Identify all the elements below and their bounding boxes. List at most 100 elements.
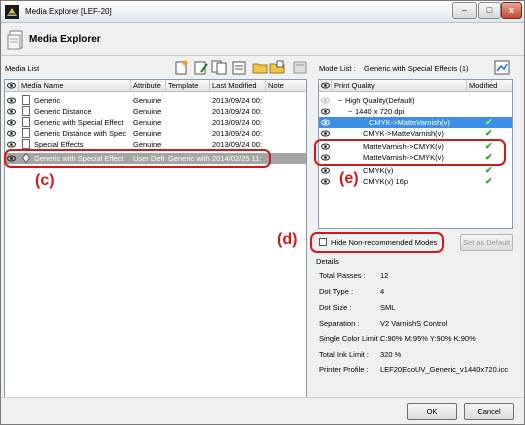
- eye-icon[interactable]: [321, 129, 330, 138]
- mode-row[interactable]: MatteVarnish->CMYK(v) ✔: [319, 152, 512, 163]
- media-attribute: Genuine: [133, 129, 162, 138]
- import-folder-icon[interactable]: [252, 60, 268, 75]
- visibility-column-header[interactable]: [5, 80, 19, 92]
- modified-check-icon: ✔: [485, 176, 493, 186]
- eye-icon[interactable]: [321, 142, 330, 151]
- total-passes-value: 12: [380, 271, 389, 280]
- tree-resolution-row[interactable]: − 1440 x 720 dpi: [319, 106, 512, 117]
- media-modified: 2013/09/24 00:: [212, 129, 263, 138]
- col-last-modified[interactable]: Last Modified: [210, 80, 266, 92]
- hide-non-recommended-label[interactable]: Hide Non-recommended Modes: [331, 238, 437, 247]
- quality-group: High Quality(Default): [345, 96, 415, 105]
- dialog-title: Media Explorer: [29, 34, 101, 45]
- media-template: [166, 128, 210, 139]
- footer-divider: [1, 397, 524, 398]
- mode-label: CMYK->MatteVarnish(v): [369, 118, 450, 127]
- eye-icon[interactable]: [321, 177, 330, 186]
- table-row[interactable]: Special Effects Genuine 2013/09/24 00:: [5, 139, 306, 150]
- tree-group-row[interactable]: − High Quality(Default): [319, 95, 512, 106]
- mode-list-label: Mode List :: [319, 64, 356, 73]
- mode-label: CMYK(v) 16p: [363, 177, 409, 186]
- eye-icon[interactable]: [321, 118, 330, 127]
- mode-label: CMYK(v): [363, 166, 394, 175]
- mode-visibility-header[interactable]: [319, 80, 332, 92]
- mode-label: MatteVarnish->CMYK(v): [363, 142, 444, 151]
- modified-check-icon: ✔: [485, 117, 493, 127]
- table-row[interactable]: Generic Genuine 2013/09/24 00:: [5, 95, 306, 106]
- modified-check-icon: ✔: [485, 141, 493, 151]
- media-list-table[interactable]: Media Name Attribute Template Last Modif…: [4, 79, 307, 398]
- table-row[interactable]: Generic with Special Effect Genuine 2013…: [5, 117, 306, 128]
- eye-icon[interactable]: [321, 107, 330, 116]
- media-template: [166, 95, 210, 106]
- mode-label: CMYK->MatteVarnish(v): [363, 129, 444, 138]
- table-row[interactable]: Generic Distance Genuine 2013/09/24 00:: [5, 106, 306, 117]
- media-icon: [22, 117, 30, 127]
- close-button[interactable]: x: [501, 2, 522, 19]
- media-modified: 2013/09/24 00:: [212, 118, 263, 127]
- mode-list-value: Generic with Special Effects (1): [364, 64, 469, 73]
- properties-icon[interactable]: [231, 60, 247, 75]
- col-print-quality[interactable]: Print Quality: [332, 80, 467, 92]
- media-list-label: Media List: [5, 64, 40, 73]
- col-media-name[interactable]: Media Name: [19, 80, 131, 92]
- eye-icon: [7, 82, 16, 89]
- media-template: [166, 106, 210, 117]
- detail-key: Total Ink Limit :: [319, 350, 370, 359]
- detail-key: Dot Size :: [319, 303, 352, 312]
- eye-icon[interactable]: [321, 153, 330, 162]
- col-attribute[interactable]: Attribute: [131, 80, 166, 92]
- separation-value: V2 VarnishS Control: [380, 319, 448, 328]
- edit-media-icon[interactable]: [193, 60, 209, 75]
- col-note[interactable]: Note: [266, 80, 306, 92]
- mode-row-selected[interactable]: CMYK->MatteVarnish(v) ✔: [319, 117, 512, 128]
- cancel-button[interactable]: Cancel: [464, 403, 514, 420]
- eye-icon[interactable]: [7, 129, 16, 138]
- table-row[interactable]: Generic Distance with Spec Genuine 2013/…: [5, 128, 306, 139]
- eye-icon[interactable]: [321, 166, 330, 175]
- maximize-button[interactable]: □: [478, 2, 501, 19]
- mode-row[interactable]: CMYK->MatteVarnish(v) ✔: [319, 128, 512, 139]
- delete-media-icon[interactable]: [292, 60, 308, 75]
- eye-icon[interactable]: [7, 140, 16, 149]
- minimize-button[interactable]: –: [452, 2, 477, 19]
- media-attribute: Genuine: [133, 96, 162, 105]
- mode-row[interactable]: MatteVarnish->CMYK(v) ✔: [319, 141, 512, 152]
- mode-list-table[interactable]: Print Quality Modified − High Quality(De…: [318, 79, 513, 229]
- title-bar: Media Explorer [LEF-20] – □ x: [1, 1, 524, 23]
- dot-size-value: SML: [380, 303, 396, 312]
- media-icon: [22, 95, 30, 105]
- eye-icon[interactable]: [7, 118, 16, 127]
- detail-key: Separation :: [319, 319, 360, 328]
- copy-media-icon[interactable]: [211, 60, 227, 75]
- dot-type-value: 4: [380, 287, 385, 296]
- media-icon: [22, 139, 30, 149]
- eye-icon[interactable]: [7, 107, 16, 116]
- eye-icon[interactable]: [321, 96, 330, 105]
- hide-non-recommended-checkbox[interactable]: [319, 238, 327, 246]
- mode-settings-icon[interactable]: [494, 60, 510, 75]
- annotation-label-c: (c): [35, 172, 55, 189]
- media-name: Generic: [34, 96, 61, 105]
- col-template[interactable]: Template: [166, 80, 210, 92]
- eye-icon[interactable]: [7, 154, 16, 163]
- new-media-icon[interactable]: [173, 60, 189, 75]
- single-color-limit-value: C:90% M:95% Y:90% K:90%: [380, 334, 476, 343]
- media-name: Special Effects: [34, 140, 84, 149]
- export-folder-icon[interactable]: [269, 60, 285, 75]
- col-modified[interactable]: Modified: [467, 80, 512, 92]
- media-icon: [22, 128, 30, 138]
- resolution: 1440 x 720 dpi: [355, 107, 405, 116]
- media-attribute: Genuine: [133, 140, 162, 149]
- ok-button[interactable]: OK: [407, 403, 457, 420]
- media-name: Generic with Special Effect: [34, 118, 124, 127]
- media-attribute: Genuine: [133, 118, 162, 127]
- table-row-selected[interactable]: Generic with Special Effect User Defi Ge…: [5, 153, 306, 164]
- app-icon: [5, 5, 19, 19]
- set-as-default-button[interactable]: Set as Default: [460, 234, 513, 251]
- annotation-label-d: (d): [277, 231, 298, 248]
- modified-check-icon: ✔: [485, 152, 493, 162]
- media-template: Generic with: [168, 154, 210, 163]
- eye-icon[interactable]: [7, 96, 16, 105]
- media-template: [166, 139, 210, 150]
